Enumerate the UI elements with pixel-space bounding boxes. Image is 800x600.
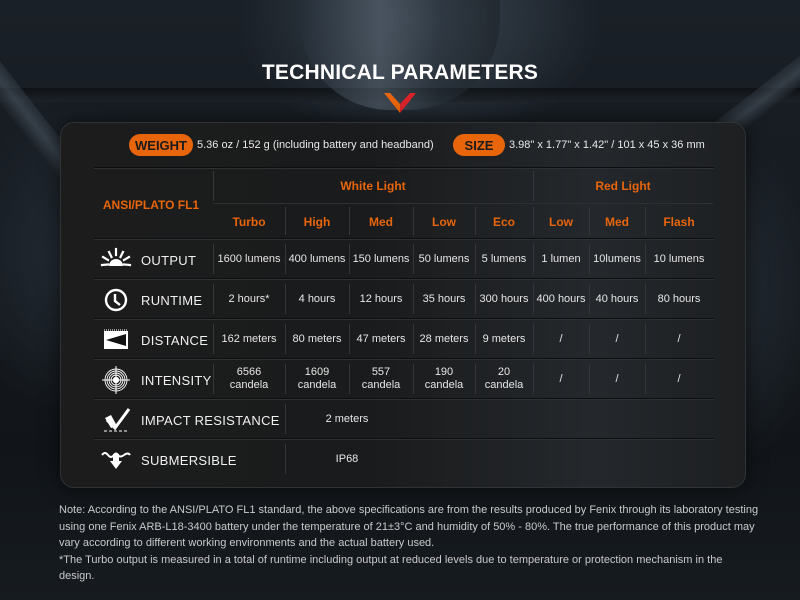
row-label: IMPACT RESISTANCE xyxy=(141,413,280,428)
table-cell: 12 hours xyxy=(359,292,403,305)
submersible-icon xyxy=(99,446,133,474)
table-cell: 80 meters xyxy=(292,332,342,345)
turbo-note: *The Turbo output is measured in a total… xyxy=(59,553,723,583)
table-cell: 557 candela xyxy=(361,366,401,391)
table-cell: 35 hours xyxy=(422,292,466,305)
mode-header: Med xyxy=(369,215,393,229)
size-value: 3.98" x 1.77" x 1.42" / 101 x 45 x 36 mm xyxy=(509,139,705,151)
mode-header: Turbo xyxy=(232,215,266,229)
standard-label: ANSI/PLATO FL1 xyxy=(102,198,200,212)
table-cell: 1600 lumens xyxy=(217,252,281,265)
page-title: TECHNICAL PARAMETERS xyxy=(261,61,539,84)
table-cell: 47 meters xyxy=(356,332,406,345)
row-label: RUNTIME xyxy=(141,293,203,308)
mode-header: Low xyxy=(549,215,573,229)
note-paragraph: Note: According to the ANSI/PLATO FL1 st… xyxy=(59,504,759,550)
table-cell-span: 2 meters xyxy=(325,412,369,425)
table-cell: 400 lumens xyxy=(288,252,346,265)
group-red-light: Red Light xyxy=(595,179,651,193)
table-cell: 400 hours xyxy=(536,292,586,305)
table-cell: 190 candela xyxy=(424,366,464,391)
weight-value: 5.36 oz / 152 g (including battery and h… xyxy=(197,139,434,151)
table-cell: / xyxy=(559,372,563,385)
table-cell: 1 lumen xyxy=(541,252,581,265)
impact-resistance-icon xyxy=(99,406,133,434)
table-cell-span: IP68 xyxy=(335,452,359,465)
table-cell: 50 lumens xyxy=(418,252,470,265)
table-cell: 40 hours xyxy=(595,292,639,305)
mode-header: Flash xyxy=(663,215,695,229)
table-cell: 1609 candela xyxy=(297,366,337,391)
row-label: DISTANCE xyxy=(141,333,209,348)
table-cell: 150 lumens xyxy=(352,252,410,265)
mode-header: Med xyxy=(605,215,629,229)
divider xyxy=(213,203,713,204)
table-cell: 28 meters xyxy=(419,332,469,345)
table-cell: 10 lumens xyxy=(653,252,705,265)
size-badge: SIZE xyxy=(453,134,505,156)
weight-badge: WEIGHT xyxy=(129,134,193,156)
divider xyxy=(94,167,714,169)
beam-distance-icon xyxy=(99,326,133,354)
table-cell: / xyxy=(615,332,619,345)
footnote: Note: According to the ANSI/PLATO FL1 st… xyxy=(59,502,759,585)
table-cell: 2 hours* xyxy=(228,292,270,305)
table-cell: 162 meters xyxy=(221,332,277,345)
table-cell: 80 hours xyxy=(657,292,701,305)
mode-header: Eco xyxy=(492,215,515,229)
table-cell: 300 hours xyxy=(479,292,529,305)
table-cell: 5 lumens xyxy=(481,252,527,265)
sunrise-output-icon xyxy=(99,246,133,274)
row-label: SUBMERSIBLE xyxy=(141,453,237,468)
table-cell: / xyxy=(559,332,563,345)
group-white-light: White Light xyxy=(340,179,406,193)
mode-header: Low xyxy=(432,215,456,229)
clock-icon xyxy=(99,286,133,314)
table-cell: / xyxy=(615,372,619,385)
row-label: OUTPUT xyxy=(141,253,197,268)
target-intensity-icon xyxy=(99,366,133,394)
row-label: INTENSITY xyxy=(141,373,212,388)
table-cell: 9 meters xyxy=(482,332,526,345)
table-cell: 10lumens xyxy=(593,252,641,265)
mode-header: High xyxy=(303,215,331,229)
table-cell: 20 candela xyxy=(484,366,524,391)
table-cell: 4 hours xyxy=(298,292,336,305)
spec-panel: WEIGHT 5.36 oz / 152 g (including batter… xyxy=(60,122,746,488)
table-cell: 6566 candela xyxy=(229,366,269,391)
chevron-down-icon xyxy=(384,93,416,113)
table-cell: / xyxy=(677,332,681,345)
table-cell: / xyxy=(677,372,681,385)
